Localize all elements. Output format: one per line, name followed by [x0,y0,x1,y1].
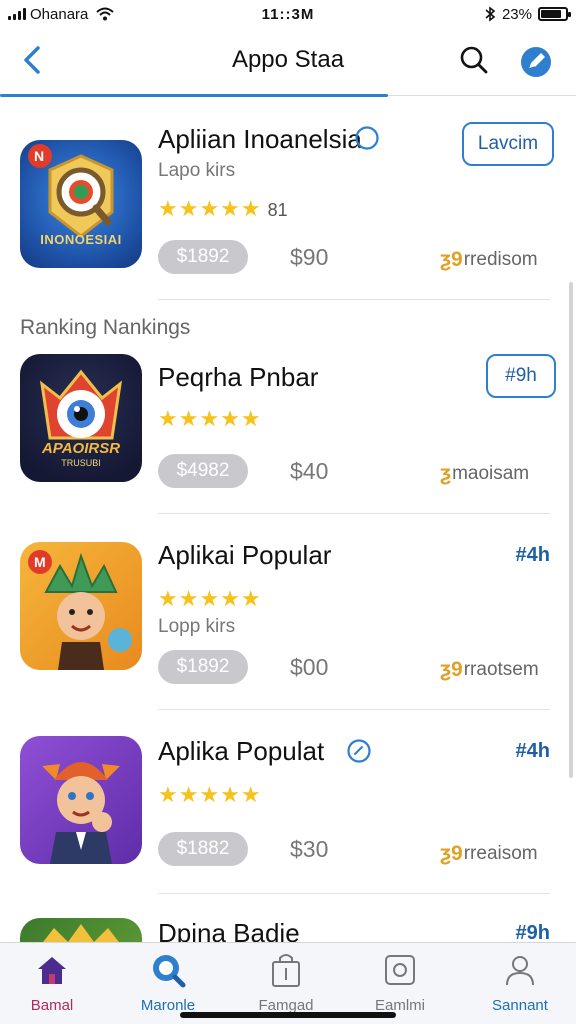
app-list-item[interactable]: M Aplikai Popular ★★★★★ Lopp kirs $1892 … [0,530,576,710]
recommend-glyph: ƺ9 [440,842,463,865]
rating-stars: ★★★★★ [158,782,262,807]
wifi-icon [96,7,115,21]
app-list-item[interactable]: N INONOESIAI Apliian Inoanelsia Lapo kir… [0,120,576,300]
rating-stars: ★★★★★ [158,406,262,431]
app-developer: Lopp kirs [158,616,236,637]
bag-icon [272,954,300,987]
search-icon [153,955,186,988]
search-icon [460,46,488,74]
app-name[interactable]: Dpina Badie [158,918,300,942]
row-divider [158,513,550,514]
price-pill[interactable]: $1892 [158,240,248,274]
section-label-rankings: Ranking Nankings [20,316,191,339]
search-button[interactable] [456,42,492,78]
carrier-name: Ohanara [30,5,89,23]
app-name[interactable]: Aplikai Popular [158,540,331,571]
tab-camera[interactable]: Eamlmi [350,951,450,1015]
tab-bag[interactable]: Famgad [236,951,336,1015]
get-button[interactable]: #9h [486,354,556,398]
price-pill[interactable]: $4982 [158,454,248,488]
app-list-item[interactable]: Aplika Populat ★★★★★ $1882 $30 ƺ9 rreaiso… [0,726,576,894]
recommend-tag: ƺ9 rredisom [440,248,538,272]
tab-search[interactable]: Maronle [118,951,218,1015]
crown-icon [43,924,119,942]
tab-home[interactable]: Bamal [2,951,102,1015]
compose-icon [521,47,551,77]
app-icon-indonesia[interactable]: N INONOESIAI [20,140,142,268]
battery-percent: 23% [501,5,532,23]
size-link[interactable]: #4h [516,544,550,567]
signal-icon [8,8,26,20]
get-button[interactable]: Lavcim [462,122,554,166]
row-divider [158,893,550,894]
app-price: $00 [290,654,329,680]
app-icon-subtext: TRUSUBI [61,458,101,468]
recommend-text: rreaisom [463,843,538,864]
recommend-text: rraotsem [463,659,539,680]
app-list-item[interactable]: APAOIRSR TRUSUBI Peqrha Pnbar ★★★★★ $498… [0,350,576,514]
home-icon [38,957,66,984]
stars-glyphs: ★★★★★ [158,196,262,221]
recommend-tag: ƺ9 rraotsem [440,658,539,682]
person-icon [506,956,534,986]
camera-icon [385,955,415,985]
row-divider [158,299,550,300]
recommend-glyph: ƺ9 [440,248,463,271]
app-price: $90 [290,244,329,270]
tab-profile[interactable]: Sannant [470,951,570,1015]
battery-level-fill [541,10,562,18]
app-developer: Lapo kirs [158,160,236,181]
row-divider [158,709,550,710]
edit-button[interactable] [516,42,556,82]
size-link[interactable]: #9h [516,922,550,942]
app-icon-badge: M [34,554,46,570]
scrollbar[interactable] [569,282,573,778]
app-name[interactable]: Peqrha Pnbar [158,362,318,393]
recommend-glyph: ƺ [440,462,452,485]
battery-icon [538,7,571,21]
app-icon-badge: N [34,148,45,164]
recommend-glyph: ƺ9 [440,658,463,681]
app-header: Appo Staa [0,28,576,96]
recommend-text: rredisom [463,249,538,270]
recommend-text: maoisam [452,463,530,484]
app-price: $40 [290,458,329,484]
recommend-tag: ƺ9 rreaisom [440,842,538,866]
size-link[interactable]: #4h [516,740,550,763]
rating-stars: ★★★★★ 81 [158,196,288,222]
verified-icon [355,126,379,150]
tab-label: Sannant [492,997,548,1014]
app-name[interactable]: Apliian Inoanelsia [158,124,362,155]
app-icon-text: APAOIRSR [41,440,121,457]
app-icon-text: INONOESIAI [40,232,122,247]
price-pill[interactable]: $1892 [158,650,248,684]
header-progress-accent [0,94,388,97]
tab-label: Bamal [30,997,74,1014]
rating-stars: ★★★★★ [158,586,262,611]
chevron-left-icon [24,46,40,74]
status-bar: Ohanara 11::3M 23% [0,0,576,28]
recommend-tag: ƺ maoisam [440,462,529,486]
rating-count: 81 [267,200,288,220]
home-indicator[interactable] [180,1012,396,1018]
boy-character-icon [42,762,120,864]
verified-icon [347,739,371,763]
bluetooth-icon [485,6,496,22]
app-icon-aplikai[interactable]: M [20,542,142,670]
app-name[interactable]: Aplika Populat [158,736,324,767]
app-list-item[interactable]: Dpina Badie #9h [0,912,576,942]
price-pill[interactable]: $1882 [158,832,248,866]
app-icon-peqrha[interactable]: APAOIRSR TRUSUBI [20,354,142,482]
app-icon-dpina[interactable] [20,918,142,942]
back-button[interactable] [14,42,50,78]
app-icon-aplika[interactable] [20,736,142,864]
app-price: $30 [290,836,329,862]
